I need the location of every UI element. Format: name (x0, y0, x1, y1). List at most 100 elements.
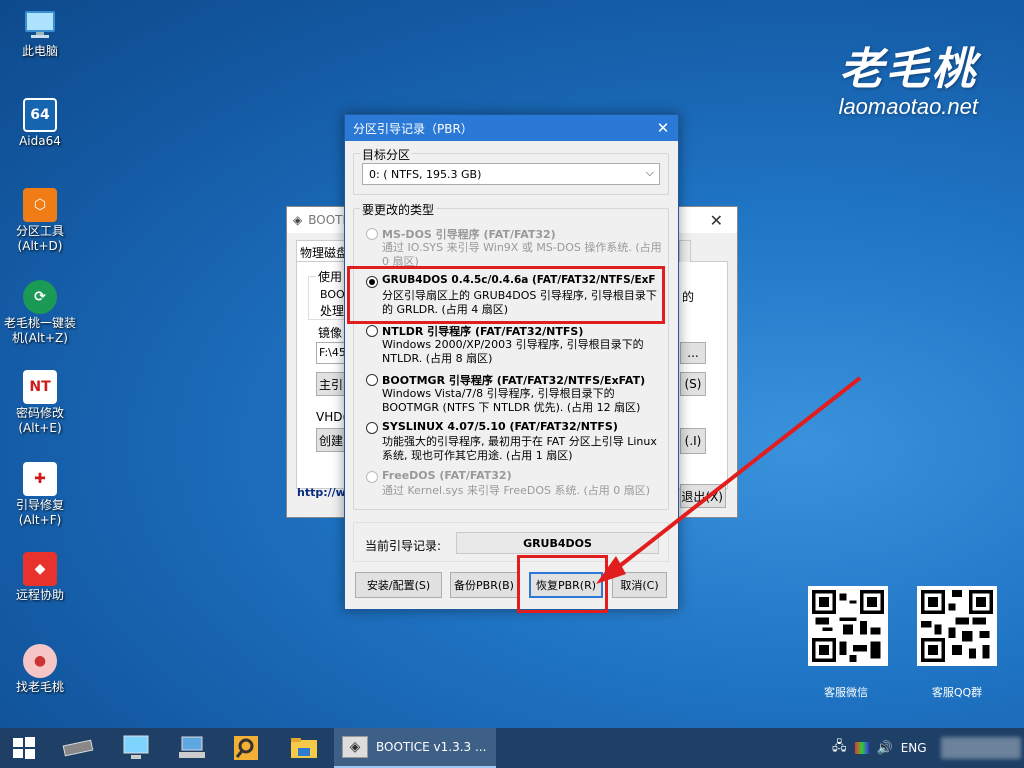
bootice-process-text: 处理 (320, 304, 345, 318)
taskbar-app-label: BOOTICE v1.3.3 ... (376, 740, 487, 754)
option-freedos-desc: 通过 Kernel.sys 来引导 FreeDOS 系统. (占用 0 扇区) (382, 484, 651, 497)
bootice-s-button[interactable]: (S) (680, 372, 706, 396)
radio-ntldr[interactable] (366, 325, 378, 337)
bootice-create-button[interactable]: 创建 (316, 428, 346, 452)
desktop-icon-label: 远程协助 (15, 588, 64, 602)
install-icon: ⟳ (23, 280, 57, 314)
brand-title: 老毛桃 (839, 44, 978, 95)
option-ntldr-name: NTLDR 引导程序 (FAT/FAT32/NTFS) (382, 325, 584, 338)
computer-icon (23, 8, 57, 42)
option-freedos[interactable]: FreeDOS (FAT/FAT32) 通过 Kernel.sys 来引导 Fr… (366, 469, 662, 501)
current-record-value: GRUB4DOS (456, 532, 659, 554)
target-partition-select[interactable]: 0: ( NTFS, 195.3 GB) ⌵ (362, 163, 660, 185)
taskbar-memory-tool[interactable] (54, 728, 102, 768)
monitor-icon (123, 735, 149, 759)
radio-syslinux[interactable] (366, 422, 378, 434)
partition-tool-icon: ⬡ (23, 188, 57, 222)
cancel-button[interactable]: 取消(C) (612, 572, 667, 598)
brand-logo: 老毛桃 laomaotao.net (839, 46, 978, 120)
bootice-exit-button[interactable]: 退出(X) (680, 484, 726, 508)
annotation-highlight-restore (517, 555, 608, 613)
option-bootmgr-desc: Windows Vista/7/8 引导程序, 引导根目录下的 BOOTMGR … (382, 387, 641, 414)
sound-icon[interactable]: 🔊 (877, 741, 893, 756)
qr-code-wechat (808, 586, 888, 666)
desktop-icon-partition-tool[interactable]: ⬡ 分区工具 (Alt+D) (0, 188, 80, 254)
target-partition-value: 0: ( NTFS, 195.3 GB) (369, 167, 482, 181)
option-bootmgr-name: BOOTMGR 引导程序 (FAT/FAT32/NTFS/ExFAT) (382, 374, 646, 387)
qr-code-qq-group (917, 586, 997, 666)
remote-assist-icon: ◆ (23, 552, 57, 586)
desktop-icon-boot-repair[interactable]: ✚ 引导修复 (Alt+F) (0, 462, 80, 528)
radio-msdos[interactable] (366, 228, 378, 240)
qr-code-icon (921, 590, 993, 662)
bootice-i-button[interactable]: (.I) (680, 428, 706, 454)
close-icon[interactable]: ✕ (648, 115, 678, 141)
bootice-use-label: 使用 (316, 268, 345, 285)
taskbar-search-tool[interactable] (222, 728, 270, 768)
bootice-app-icon: ◈ (293, 213, 303, 227)
boot-repair-icon: ✚ (23, 462, 57, 496)
desktop-icon-label: 密码修改 (Alt+E) (15, 406, 64, 435)
desktop-icon-find-laomaotao[interactable]: ● 找老毛桃 (0, 644, 80, 695)
desktop-icon-label: 分区工具 (Alt+D) (15, 224, 64, 253)
install-config-button[interactable]: 安装/配置(S) (355, 572, 442, 598)
taskbar-bootice-app[interactable]: ◈ BOOTICE v1.3.3 ... (334, 728, 496, 768)
option-ntldr-desc: Windows 2000/XP/2003 引导程序, 引导根目录下的 NTLDR… (382, 338, 644, 365)
taskbar: ◈ BOOTICE v1.3.3 ... 🖧 🔊 ENG (0, 728, 1024, 768)
option-bootmgr[interactable]: BOOTMGR 引导程序 (FAT/FAT32/NTFS/ExFAT) Wind… (366, 372, 662, 416)
option-msdos-name: MS-DOS 引导程序 (FAT/FAT32) (382, 228, 556, 241)
bootice-main-boot-button[interactable]: 主引 (316, 372, 346, 396)
annotation-highlight-grub4dos (347, 266, 665, 324)
desktop-icon-aida64[interactable]: 64 Aida64 (0, 98, 80, 149)
chevron-down-icon: ⌵ (645, 166, 654, 179)
option-ntldr[interactable]: NTLDR 引导程序 (FAT/FAT32/NTFS) Windows 2000… (366, 323, 662, 367)
find-laomaotao-icon: ● (23, 644, 57, 678)
password-icon: NT (23, 370, 57, 404)
backup-pbr-button[interactable]: 备份PBR(B) (450, 572, 518, 598)
start-button[interactable] (0, 728, 48, 768)
bootice-path-field[interactable]: F:\45 (316, 342, 346, 364)
option-syslinux-name: SYSLINUX 4.07/5.10 (FAT/FAT32/NTFS) (382, 420, 618, 433)
bootice-mirror-label: 镜像 (318, 326, 343, 340)
memory-chip-icon (62, 739, 94, 757)
option-msdos[interactable]: MS-DOS 引导程序 (FAT/FAT32) 通过 IO.SYS 来引导 Wi… (366, 226, 662, 268)
current-record-label: 当前引导记录: (365, 539, 442, 553)
bootice-tab-strip-right (679, 240, 691, 262)
boot-type-label: 要更改的类型 (360, 201, 437, 218)
language-indicator[interactable]: ENG (901, 741, 927, 755)
bootice-taskbar-icon: ◈ (342, 736, 368, 758)
option-syslinux[interactable]: SYSLINUX 4.07/5.10 (FAT/FAT32/NTFS) 功能强大… (366, 420, 662, 464)
bootice-close-icon[interactable]: ✕ (710, 211, 723, 230)
taskbar-system-tool[interactable] (112, 728, 160, 768)
desktop-icon-label: 找老毛桃 (15, 680, 64, 694)
qr-label-qq-group: 客服QQ群 (931, 686, 983, 699)
bootice-right-text: 的 (682, 290, 695, 304)
taskbar-device-tool[interactable] (168, 728, 216, 768)
desktop-icon-label: 引导修复 (Alt+F) (15, 498, 64, 527)
aida64-icon: 64 (23, 98, 57, 132)
keyboard-monitor-icon (179, 736, 205, 758)
folder-icon (291, 738, 317, 758)
target-partition-label: 目标分区 (360, 146, 413, 163)
desktop-icon-remote-assist[interactable]: ◆ 远程协助 (0, 552, 80, 603)
option-freedos-name: FreeDOS (FAT/FAT32) (382, 469, 512, 482)
desktop-icon-computer[interactable]: 此电脑 (0, 8, 80, 59)
radio-bootmgr[interactable] (366, 374, 378, 386)
clock-area[interactable] (940, 737, 1021, 759)
brand-url: laomaotao.net (838, 94, 978, 119)
taskbar-file-explorer[interactable] (280, 728, 328, 768)
display-icon[interactable] (854, 742, 869, 754)
option-syslinux-desc: 功能强大的引导程序, 最初用于在 FAT 分区上引导 Linux 系统, 现也可… (382, 435, 657, 462)
bootice-vhd-label: VHD( (316, 410, 348, 424)
desktop-icon-password[interactable]: NT 密码修改 (Alt+E) (0, 370, 80, 436)
radio-freedos[interactable] (366, 471, 378, 483)
bootice-title: BOOTI (308, 213, 347, 227)
bootice-url-text[interactable]: http://w (297, 486, 346, 499)
pbr-dialog-titlebar: 分区引导记录（PBR） ✕ (345, 115, 678, 141)
option-msdos-desc: 通过 IO.SYS 来引导 Win9X 或 MS-DOS 操作系统. (占用 0… (382, 241, 662, 268)
bootice-browse-button[interactable]: ... (680, 342, 706, 364)
network-icon[interactable]: 🖧 (832, 737, 847, 759)
windows-icon (13, 737, 35, 759)
system-tray: 🖧 🔊 ENG (832, 728, 1021, 768)
desktop-icon-install[interactable]: ⟳ 老毛桃一键装 机(Alt+Z) (0, 280, 80, 346)
